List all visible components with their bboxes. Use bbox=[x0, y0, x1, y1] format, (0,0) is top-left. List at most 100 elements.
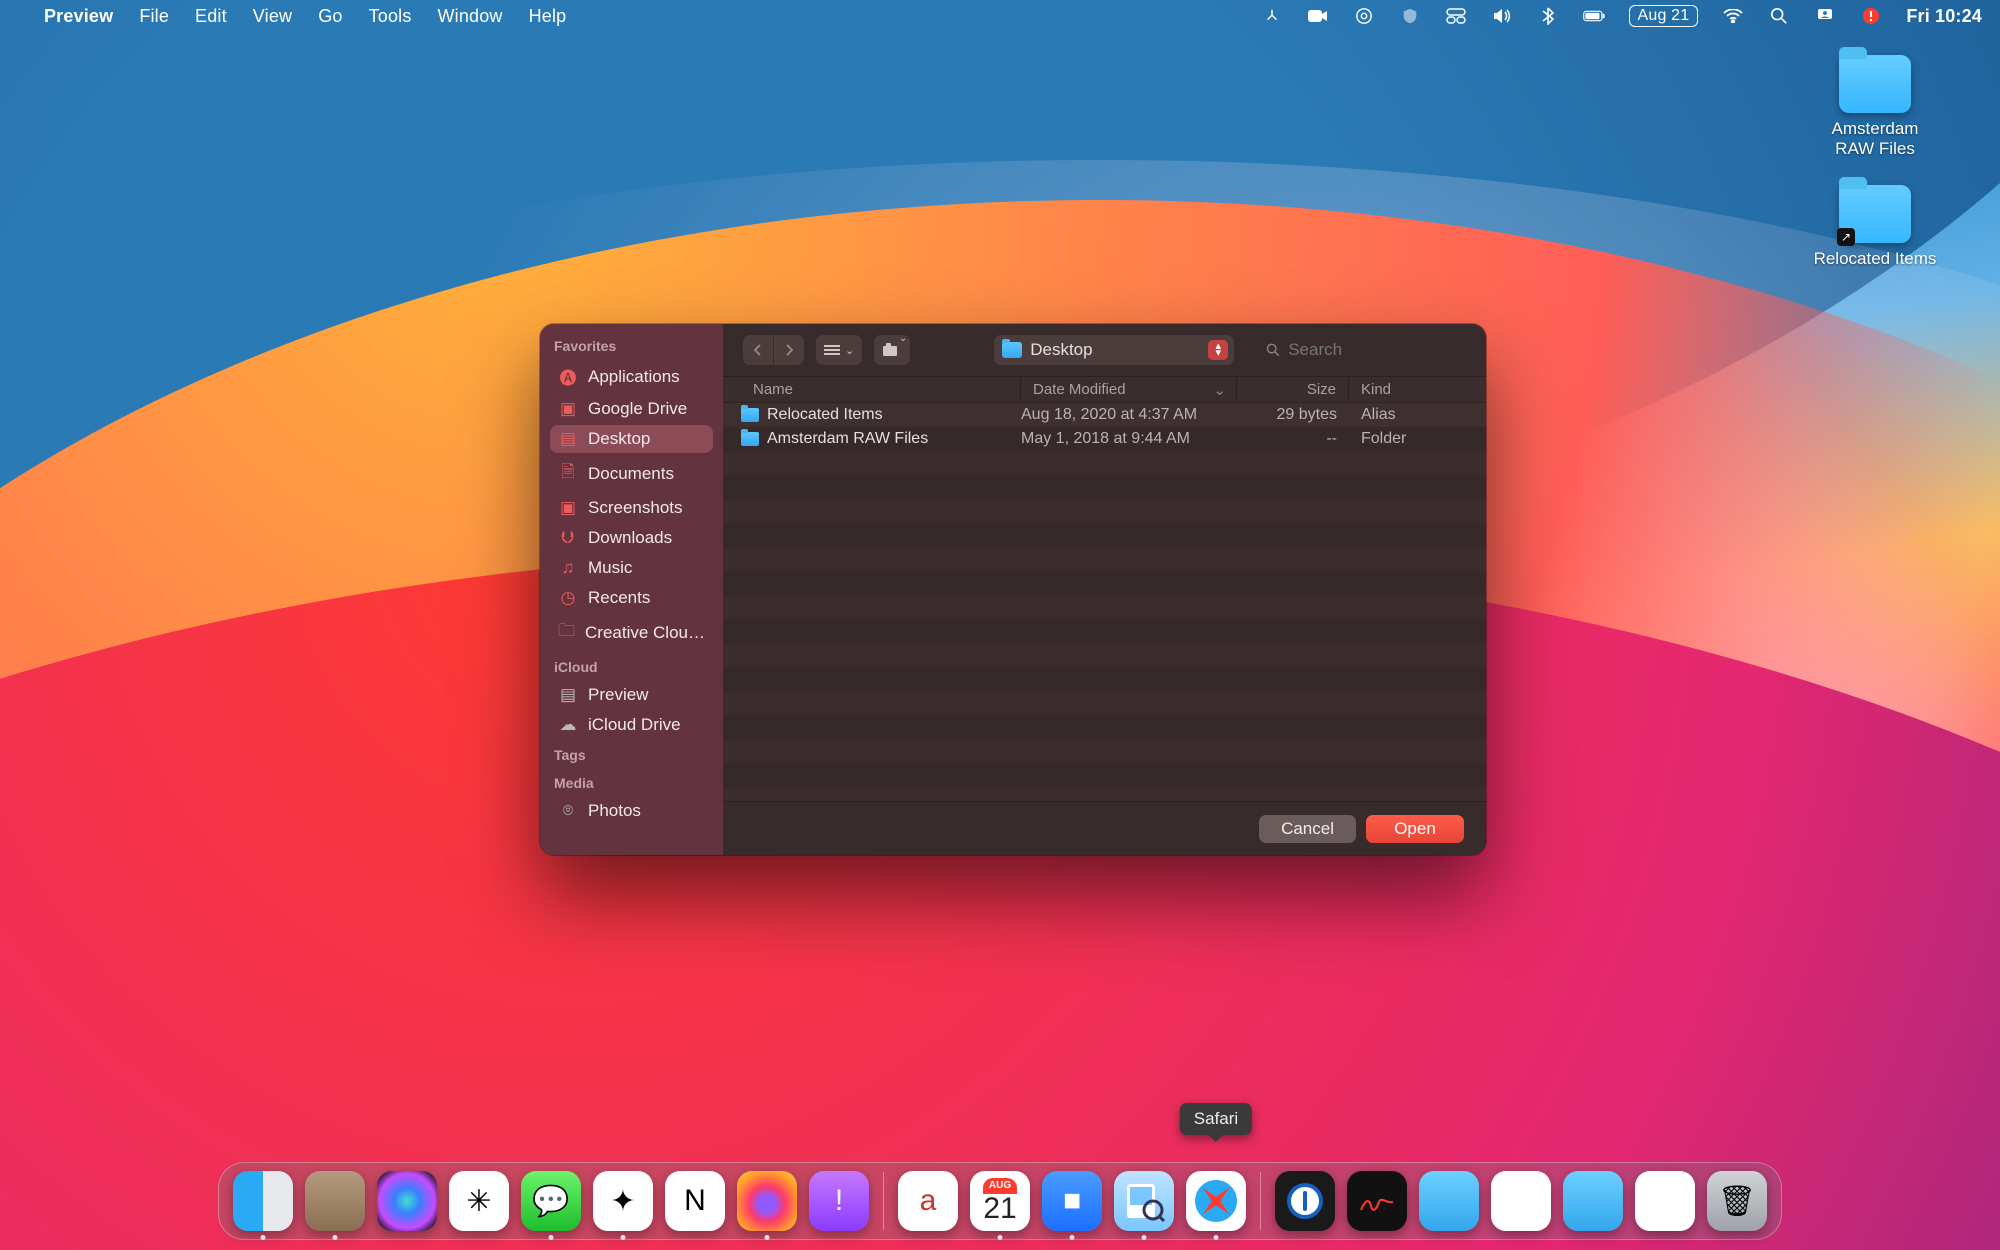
facetime-icon[interactable] bbox=[1307, 9, 1329, 23]
sidebar-item-desktop[interactable]: ▤Desktop bbox=[550, 425, 713, 453]
finder-icon[interactable] bbox=[233, 1171, 293, 1231]
active-app-name[interactable]: Preview bbox=[44, 6, 113, 27]
menu-edit[interactable]: Edit bbox=[195, 6, 227, 27]
sidebar-item-music[interactable]: ♫Music bbox=[550, 554, 713, 582]
menu-view[interactable]: View bbox=[253, 6, 292, 27]
download-icon: ⮋ bbox=[558, 528, 578, 548]
folder-icon: ▣ bbox=[558, 399, 578, 419]
compass-icon bbox=[1191, 1176, 1241, 1226]
desktop-folder-relocated[interactable]: ↗ Relocated Items bbox=[1810, 185, 1940, 269]
sidebar-item-label: Screenshots bbox=[588, 498, 683, 518]
wifi-icon[interactable] bbox=[1722, 9, 1744, 23]
menu-file[interactable]: File bbox=[139, 6, 169, 27]
feedback-icon[interactable]: ! bbox=[809, 1171, 869, 1231]
column-date[interactable]: Date Modified⌄ bbox=[1021, 377, 1237, 402]
sidebar-item-applications[interactable]: 🅐Applications bbox=[550, 360, 713, 393]
menu-tools[interactable]: Tools bbox=[369, 6, 412, 27]
file-size: 29 bytes bbox=[1237, 406, 1349, 424]
info-status-icon[interactable] bbox=[1353, 7, 1375, 25]
sidebar-item-icloud-drive[interactable]: ☁︎iCloud Drive bbox=[550, 711, 713, 739]
column-kind[interactable]: Kind bbox=[1349, 377, 1486, 402]
onepassword-icon[interactable] bbox=[1275, 1171, 1335, 1231]
column-size[interactable]: Size bbox=[1237, 377, 1349, 402]
tray-app-icon[interactable] bbox=[1261, 7, 1283, 25]
control-center-icon[interactable] bbox=[1445, 8, 1467, 24]
camera-icon: ⌾ bbox=[558, 801, 578, 821]
sidebar-item-preview[interactable]: ▤Preview bbox=[550, 681, 713, 709]
document-icon[interactable] bbox=[1491, 1171, 1551, 1231]
menu-window[interactable]: Window bbox=[438, 6, 503, 27]
sidebar-item-label: Preview bbox=[588, 685, 648, 705]
siri-icon[interactable] bbox=[377, 1171, 437, 1231]
cancel-button[interactable]: Cancel bbox=[1259, 815, 1356, 843]
bluetooth-icon[interactable] bbox=[1537, 7, 1559, 25]
nav-forward-button[interactable] bbox=[774, 335, 804, 365]
zoom-icon[interactable]: ■ bbox=[1042, 1171, 1102, 1231]
path-popup[interactable]: Desktop ▴▾ bbox=[994, 335, 1234, 365]
sidebar-item-label: Google Drive bbox=[588, 399, 687, 419]
sidebar-item-documents[interactable]: 🗎Documents bbox=[550, 455, 713, 492]
sidebar-item-label: Documents bbox=[588, 464, 674, 484]
sidebar-item-google-drive[interactable]: ▣ Google Drive bbox=[550, 395, 713, 423]
open-button[interactable]: Open bbox=[1366, 815, 1464, 843]
status-dot-icon[interactable] bbox=[1860, 7, 1882, 25]
date-pill[interactable]: Aug 21 bbox=[1629, 5, 1699, 27]
sidebar-section-favorites: Favorites bbox=[550, 332, 713, 358]
desktop-folder-amsterdam[interactable]: Amsterdam RAW Files bbox=[1810, 55, 1940, 159]
messages-icon[interactable]: 💬 bbox=[521, 1171, 581, 1231]
contacts-icon[interactable] bbox=[305, 1171, 365, 1231]
calendar-icon[interactable]: AUG21 bbox=[970, 1171, 1030, 1231]
dock: ✳︎💬✦N!aAUG21■Safari🗑 bbox=[218, 1162, 1782, 1240]
sidebar-item-screenshots[interactable]: ▣Screenshots bbox=[550, 494, 713, 522]
sidebar-item-label: Desktop bbox=[588, 429, 650, 449]
current-path: Desktop bbox=[1030, 340, 1092, 360]
file-name: Amsterdam RAW Files bbox=[767, 430, 928, 448]
desktop-icon-label: Relocated Items bbox=[1814, 249, 1937, 269]
shield-icon[interactable] bbox=[1399, 7, 1421, 25]
preview-icon[interactable] bbox=[1114, 1171, 1174, 1231]
clock[interactable]: Fri 10:24 bbox=[1906, 6, 1982, 27]
menu-go[interactable]: Go bbox=[318, 6, 342, 27]
clock-icon: ◷ bbox=[558, 588, 578, 608]
group-button[interactable]: ⌄ bbox=[874, 335, 910, 365]
view-mode-button[interactable]: ⌄ bbox=[816, 335, 862, 365]
photos-icon[interactable]: ✳︎ bbox=[449, 1171, 509, 1231]
alias-badge-icon: ↗ bbox=[1837, 228, 1855, 246]
file-date: May 1, 2018 at 9:44 AM bbox=[1021, 430, 1237, 448]
sidebar-item-photos[interactable]: ⌾Photos bbox=[550, 797, 713, 825]
sidebar-item-creative-cloud[interactable]: 🗀Creative Clou… bbox=[550, 614, 713, 651]
open-file-dialog: Favorites 🅐Applications ▣ Google Drive ▤D… bbox=[540, 324, 1486, 855]
calendar-content: AUG21 bbox=[983, 1178, 1016, 1224]
file-size: -- bbox=[1237, 430, 1349, 448]
annotate-icon[interactable]: a bbox=[898, 1171, 958, 1231]
table-row[interactable]: Amsterdam RAW Files May 1, 2018 at 9:44 … bbox=[723, 427, 1486, 451]
file-name: Relocated Items bbox=[767, 406, 883, 424]
onepass-glyph bbox=[1285, 1181, 1325, 1221]
battery-icon[interactable] bbox=[1583, 9, 1605, 23]
safari-icon[interactable] bbox=[1186, 1171, 1246, 1231]
file-list[interactable]: Relocated Items Aug 18, 2020 at 4:37 AM … bbox=[723, 403, 1486, 801]
search-input[interactable] bbox=[1288, 340, 1466, 360]
textfile-icon[interactable] bbox=[1635, 1171, 1695, 1231]
search-icon bbox=[1266, 342, 1280, 358]
trash-icon[interactable]: 🗑 bbox=[1707, 1171, 1767, 1231]
sidebar-item-downloads[interactable]: ⮋Downloads bbox=[550, 524, 713, 552]
sidebar-item-recents[interactable]: ◷Recents bbox=[550, 584, 713, 612]
column-name[interactable]: Name bbox=[723, 377, 1021, 402]
news-icon[interactable]: N bbox=[665, 1171, 725, 1231]
menu-bar: Preview File Edit View Go Tools Window H… bbox=[0, 0, 2000, 32]
volume-icon[interactable] bbox=[1491, 8, 1513, 24]
app-icon: 🅐 bbox=[558, 364, 578, 389]
search-field[interactable] bbox=[1266, 340, 1466, 360]
nav-back-button[interactable] bbox=[743, 335, 773, 365]
folder-a-icon[interactable] bbox=[1419, 1171, 1479, 1231]
user-icon[interactable] bbox=[1814, 8, 1836, 24]
menu-help[interactable]: Help bbox=[529, 6, 567, 27]
sidebar-item-label: iCloud Drive bbox=[588, 715, 681, 735]
folder-b-icon[interactable] bbox=[1563, 1171, 1623, 1231]
slack-icon[interactable]: ✦ bbox=[593, 1171, 653, 1231]
firefox-icon[interactable] bbox=[737, 1171, 797, 1231]
spotlight-icon[interactable] bbox=[1768, 7, 1790, 25]
table-row[interactable]: Relocated Items Aug 18, 2020 at 4:37 AM … bbox=[723, 403, 1486, 427]
media-app-icon[interactable] bbox=[1347, 1171, 1407, 1231]
